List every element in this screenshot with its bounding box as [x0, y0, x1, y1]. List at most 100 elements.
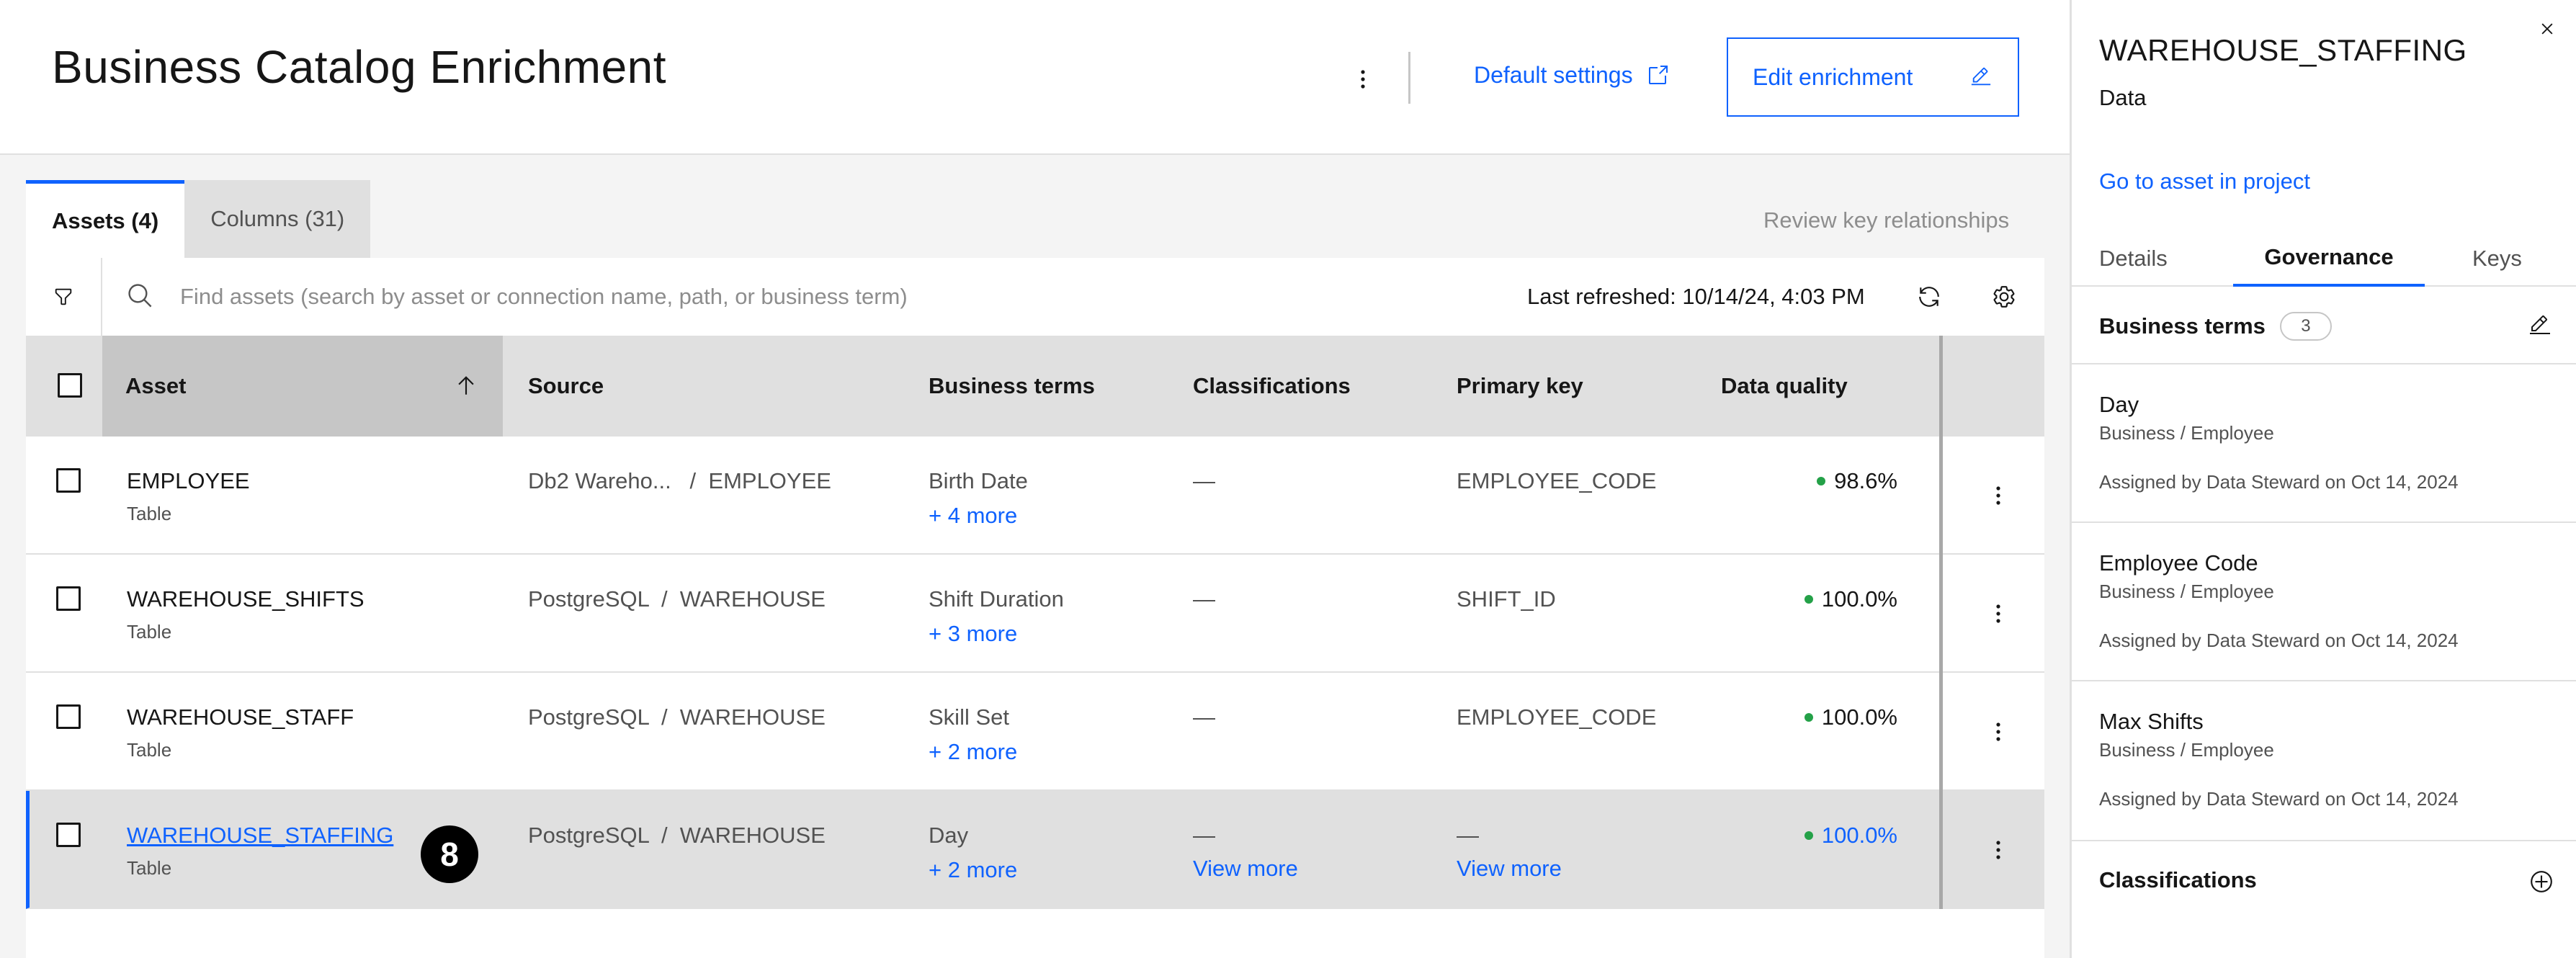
business-term-item: Day Business / Employee Assigned by Data…	[2072, 363, 2576, 521]
asset-name[interactable]: EMPLOYEE	[127, 468, 250, 494]
business-term: Birth Date	[929, 468, 1028, 493]
business-terms-heading: Business terms 3	[2099, 312, 2332, 341]
classification-value: —	[1193, 823, 1215, 848]
more-terms-link[interactable]: + 2 more	[929, 739, 1017, 765]
row-checkbox[interactable]	[56, 704, 81, 729]
tab-governance[interactable]: Governance	[2233, 230, 2425, 287]
default-settings-link[interactable]: Default settings	[1474, 62, 1669, 89]
add-circle-icon	[2531, 871, 2552, 892]
row-overflow-menu-button[interactable]	[1978, 830, 2018, 870]
classification-value: —	[1193, 586, 1215, 612]
more-terms-link[interactable]: + 2 more	[929, 857, 1017, 883]
primary-key-value: SHIFT_ID	[1457, 586, 1556, 612]
add-classification-button[interactable]	[2526, 866, 2557, 897]
business-terms-count-tag: 3	[2279, 312, 2332, 341]
term-name: Employee Code	[2099, 550, 2258, 576]
status-dot-icon	[1804, 831, 1813, 840]
table-row[interactable]: EMPLOYEE Table Db2 Wareho... / EMPLOYEE …	[26, 437, 2044, 555]
row-checkbox[interactable]	[56, 823, 81, 847]
row-overflow-menu-button[interactable]	[1978, 475, 2018, 516]
primary-key-value: EMPLOYEE_CODE	[1457, 704, 1657, 730]
sticky-column-divider	[1939, 791, 1943, 909]
review-key-relationships-link[interactable]: Review key relationships	[1763, 207, 2009, 233]
column-header-business-terms[interactable]: Business terms	[929, 336, 1095, 437]
asset-source: Db2 Wareho... / EMPLOYEE	[528, 468, 831, 493]
tab-keys[interactable]: Keys	[2472, 230, 2522, 287]
search-input[interactable]	[180, 275, 1261, 318]
filter-button[interactable]	[26, 258, 102, 336]
business-term: Shift Duration	[929, 586, 1064, 612]
column-header-asset[interactable]: Asset	[102, 336, 503, 437]
term-path: Business / Employee	[2099, 739, 2274, 761]
header-overflow-menu-button[interactable]	[1343, 59, 1383, 99]
row-checkbox[interactable]	[56, 468, 81, 493]
status-dot-icon	[1804, 595, 1813, 604]
asset-side-panel: WAREHOUSE_STAFFING Data Go to asset in p…	[2070, 0, 2576, 958]
page-title: Business Catalog Enrichment	[52, 41, 667, 93]
table-toolbar: Last refreshed: 10/14/24, 4:03 PM	[26, 258, 2044, 336]
settings-icon	[1993, 286, 2015, 308]
asset-name[interactable]: WAREHOUSE_SHIFTS	[127, 586, 365, 612]
column-header-classifications[interactable]: Classifications	[1193, 336, 1351, 437]
table-row-selected[interactable]: WAREHOUSE_STAFFING Table 8 PostgreSQL / …	[26, 791, 2044, 909]
asset-name-link[interactable]: WAREHOUSE_STAFFING	[127, 823, 393, 849]
asset-type: Table	[127, 739, 172, 761]
primary-key-value: EMPLOYEE_CODE	[1457, 468, 1657, 493]
data-quality-value: 98.6%	[1817, 468, 1897, 494]
assets-table: Last refreshed: 10/14/24, 4:03 PM Asset …	[26, 258, 2044, 958]
refresh-button[interactable]	[1909, 277, 1949, 317]
more-terms-link[interactable]: + 4 more	[929, 503, 1017, 529]
row-checkbox[interactable]	[56, 586, 81, 611]
classifications-title: Classifications	[2099, 867, 2257, 892]
column-header-source[interactable]: Source	[528, 336, 604, 437]
tab-details[interactable]: Details	[2099, 230, 2168, 287]
launch-icon	[1648, 65, 1668, 84]
data-quality-value[interactable]: 100.0%	[1804, 823, 1897, 849]
classification-view-more-link[interactable]: View more	[1193, 856, 1298, 882]
edit-enrichment-button[interactable]: Edit enrichment	[1727, 37, 2019, 117]
more-terms-link[interactable]: + 3 more	[929, 621, 1017, 647]
step-badge: 8	[421, 825, 478, 883]
column-header-primary-key[interactable]: Primary key	[1457, 336, 1583, 437]
go-to-asset-link[interactable]: Go to asset in project	[2099, 169, 2310, 194]
term-path: Business / Employee	[2099, 422, 2274, 444]
business-term-item: Employee Code Business / Employee Assign…	[2072, 521, 2576, 680]
table-settings-button[interactable]	[1984, 277, 2024, 317]
sticky-column-divider	[1939, 336, 1943, 437]
tab-assets[interactable]: Assets (4)	[26, 180, 185, 258]
close-panel-button[interactable]	[2531, 13, 2563, 45]
select-all-checkbox[interactable]	[58, 373, 82, 398]
main-area: Business Catalog Enrichment Default sett…	[0, 0, 2070, 958]
row-overflow-menu-button[interactable]	[1978, 594, 2018, 634]
last-refreshed-text: Last refreshed: 10/14/24, 4:03 PM	[1527, 284, 1865, 309]
overflow-menu-icon	[1996, 486, 2000, 505]
column-header-data-quality[interactable]: Data quality	[1721, 336, 1848, 437]
asset-type: Table	[127, 503, 172, 524]
page-header: Business Catalog Enrichment Default sett…	[0, 0, 2070, 155]
close-icon	[2541, 23, 2553, 35]
header-divider	[1408, 52, 1410, 104]
status-dot-icon	[1804, 713, 1813, 722]
term-name: Max Shifts	[2099, 709, 2204, 734]
data-quality-text: 100.0%	[1821, 823, 1897, 848]
primary-key-view-more-link[interactable]: View more	[1457, 856, 1562, 882]
classifications-section: Classifications	[2072, 840, 2576, 919]
term-assigned: Assigned by Data Steward on Oct 14, 2024	[2099, 471, 2459, 493]
overflow-menu-icon	[1361, 70, 1365, 89]
asset-name[interactable]: WAREHOUSE_STAFF	[127, 704, 354, 730]
tab-columns[interactable]: Columns (31)	[184, 180, 371, 258]
business-term: Day	[929, 823, 969, 848]
classification-value: —	[1193, 704, 1215, 730]
data-quality-value: 100.0%	[1804, 704, 1897, 730]
table-row[interactable]: WAREHOUSE_SHIFTS Table PostgreSQL / WARE…	[26, 555, 2044, 673]
term-name: Day	[2099, 392, 2139, 417]
overflow-menu-icon	[1996, 604, 2000, 623]
row-overflow-menu-button[interactable]	[1978, 712, 2018, 752]
asset-source: PostgreSQL / WAREHOUSE	[528, 704, 826, 730]
edit-business-terms-button[interactable]	[2526, 311, 2554, 340]
sticky-column-divider	[1939, 673, 1943, 791]
overflow-menu-icon	[1996, 841, 2000, 859]
table-row[interactable]: WAREHOUSE_STAFF Table PostgreSQL / WAREH…	[26, 673, 2044, 791]
column-header-asset-label: Asset	[125, 373, 187, 398]
data-quality-text: 100.0%	[1821, 704, 1897, 730]
